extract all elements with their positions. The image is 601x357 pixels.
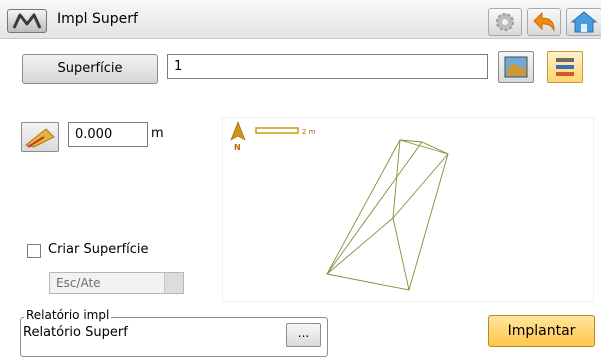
scale-label: 2 m <box>302 128 316 136</box>
surface-layers-button[interactable] <box>547 51 583 83</box>
surface-map-canvas: N 2 m <box>230 121 449 291</box>
window-title: Impl Superf <box>57 11 138 27</box>
report-legend: Relatório impl <box>24 308 112 322</box>
create-surface-label: Criar Superfície <box>48 242 149 257</box>
offset-ruler-button[interactable] <box>21 122 59 152</box>
north-label: N <box>234 143 241 152</box>
layers-list-icon <box>556 58 574 76</box>
surface-map-view[interactable]: N 2 m <box>222 117 594 302</box>
chevron-down-icon <box>164 273 183 293</box>
offset-unit: m <box>151 126 164 141</box>
stake-button[interactable]: Implantar <box>488 315 595 347</box>
home-icon <box>570 11 598 33</box>
offset-field[interactable]: 0.000 <box>68 122 148 147</box>
surface-triangulation <box>326 139 449 291</box>
create-surface-checkbox[interactable] <box>27 244 41 258</box>
return-arrow-icon <box>533 11 555 32</box>
report-browse-button[interactable]: ... <box>286 323 321 347</box>
gear-icon <box>496 13 514 31</box>
north-arrow-icon <box>230 121 246 141</box>
back-button[interactable] <box>527 8 561 36</box>
home-button[interactable] <box>566 8 601 36</box>
create-surface-select-value: Esc/Ate <box>56 276 101 290</box>
create-surface-select[interactable]: Esc/Ate <box>49 272 184 294</box>
report-value: Relatório Superf <box>23 325 128 340</box>
scale-bar <box>255 127 299 134</box>
surface-button[interactable]: Superfície <box>22 54 158 84</box>
m-logo-icon <box>12 13 42 29</box>
title-bar: Impl Superf <box>0 0 601 39</box>
surface-map-button[interactable] <box>498 51 534 83</box>
settings-button[interactable] <box>488 8 522 36</box>
surface-field[interactable]: 1 <box>167 54 488 79</box>
map-icon <box>504 56 528 78</box>
ruler-icon <box>24 128 55 148</box>
menu-logo-button[interactable] <box>7 9 47 33</box>
